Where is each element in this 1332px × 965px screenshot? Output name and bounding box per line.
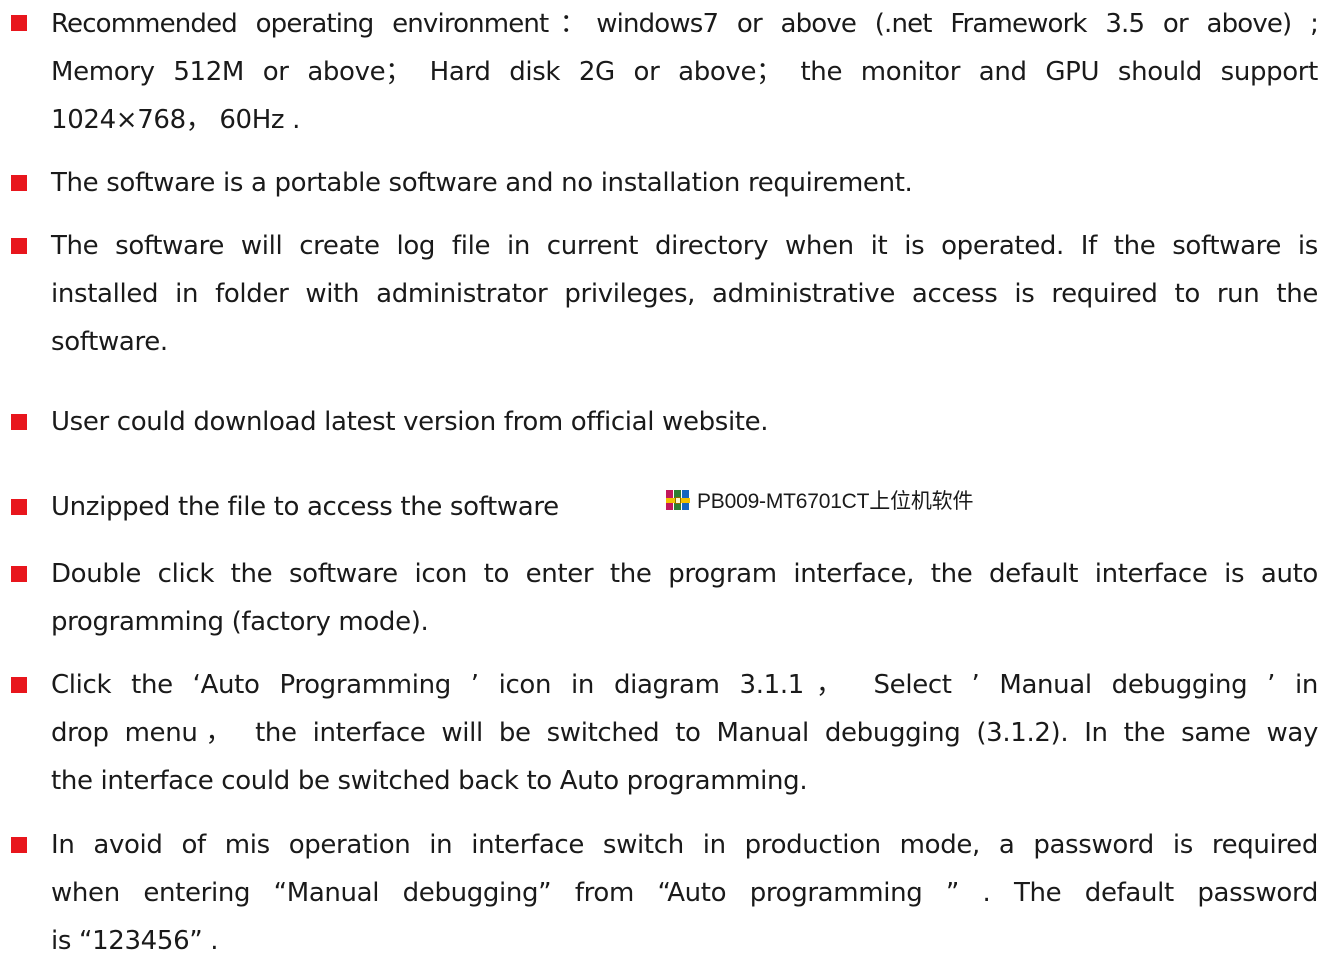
list-item-text-line: software.	[51, 327, 168, 357]
bullet-square-icon	[11, 238, 27, 254]
list-item-text-line: Click the ‘Auto Programming ’ icon in di…	[51, 670, 1318, 700]
list-item-text-line: installed in folder with administrator p…	[51, 279, 1318, 309]
list-item-text-line: Double click the software icon to enter …	[51, 559, 1318, 589]
list-item-text-line: In avoid of mis operation in interface s…	[51, 830, 1318, 860]
bullet-square-icon	[11, 175, 27, 191]
list-item-text-line: programming (factory mode).	[51, 607, 429, 637]
bullet-square-icon	[11, 15, 27, 31]
list-item-text-line: the interface could be switched back to …	[51, 766, 808, 796]
bullet-square-icon	[11, 677, 27, 693]
list-item-text-line: is “123456” .	[51, 926, 219, 956]
list-item-text-line: The software is a portable software and …	[51, 168, 913, 198]
list-item-text-line: Memory 512M or above； Hard disk 2G or ab…	[51, 57, 1318, 87]
archive-file-name: PB009-MT6701CT上位机软件	[697, 490, 974, 513]
list-item-text-line: when entering “Manual debugging” from “A…	[51, 878, 1318, 908]
list-item-text-line: User could download latest version from …	[51, 407, 769, 437]
bullet-square-icon	[11, 499, 27, 515]
bullet-square-icon	[11, 837, 27, 853]
list-item-text-line: The software will create log file in cur…	[51, 231, 1318, 261]
list-item-text-line: drop menu， the interface will be switche…	[51, 718, 1318, 748]
list-item-text-line: 1024×768， 60Hz .	[51, 105, 301, 135]
bullet-square-icon	[11, 566, 27, 582]
list-item-text-line: Recommended operating environment：window…	[51, 9, 1319, 39]
document-page: Recommended operating environment：window…	[0, 0, 1332, 956]
bullet-square-icon	[11, 414, 27, 430]
archive-file-entry: PB009-MT6701CT上位机软件	[666, 484, 973, 516]
winrar-archive-icon	[666, 490, 690, 510]
